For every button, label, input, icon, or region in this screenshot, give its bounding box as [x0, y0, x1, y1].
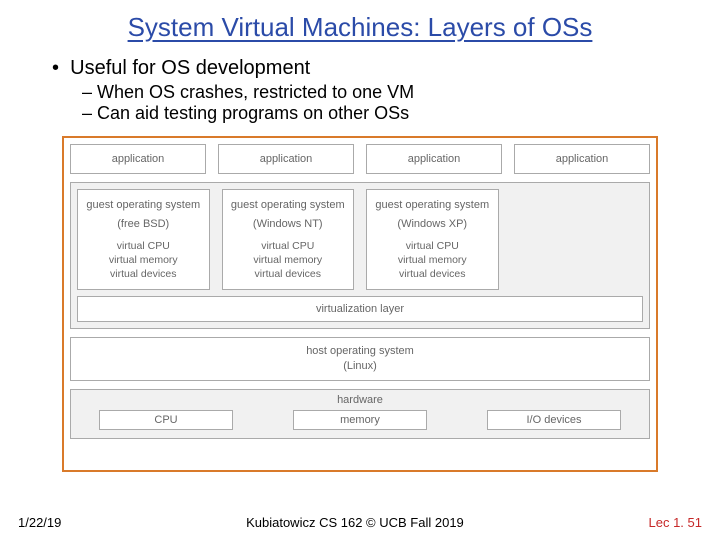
hardware-row: CPU memory I/O devices — [79, 410, 641, 430]
guest-row: guest operating system (free BSD) virtua… — [77, 189, 643, 290]
virtual-devices: virtual devices — [84, 267, 203, 281]
slide-footer: 1/22/19 Kubiatowicz CS 162 © UCB Fall 20… — [0, 515, 720, 530]
host-os-name: (Linux) — [71, 359, 649, 374]
app-box: application — [514, 144, 650, 174]
virtual-cpu: virtual CPU — [229, 239, 348, 253]
app-box: application — [218, 144, 354, 174]
slide-title: System Virtual Machines: Layers of OSs — [0, 0, 720, 43]
guest-os-box: guest operating system (free BSD) virtua… — [77, 189, 210, 290]
diagram-container: application application application appl… — [62, 136, 658, 472]
virtual-cpu: virtual CPU — [84, 239, 203, 253]
hardware-label: hardware — [79, 394, 641, 406]
hardware-layer: hardware CPU memory I/O devices — [70, 389, 650, 439]
virtual-resources: virtual CPU virtual memory virtual devic… — [373, 239, 492, 282]
guest-layer: guest operating system (free BSD) virtua… — [70, 182, 650, 329]
host-os-layer: host operating system (Linux) — [70, 337, 650, 381]
hw-memory: memory — [293, 410, 427, 430]
virtual-resources: virtual CPU virtual memory virtual devic… — [229, 239, 348, 282]
virtual-memory: virtual memory — [84, 253, 203, 267]
virtual-cpu: virtual CPU — [373, 239, 492, 253]
guest-os-name: (Windows XP) — [373, 217, 492, 232]
footer-date: 1/22/19 — [18, 515, 61, 530]
app-box: application — [70, 144, 206, 174]
guest-os-name: (Windows NT) — [229, 217, 348, 232]
bullet-sub-2: – Can aid testing programs on other OSs — [82, 103, 720, 124]
bullet-sub-1: – When OS crashes, restricted to one VM — [82, 82, 720, 103]
application-row: application application application appl… — [70, 144, 650, 174]
virtual-memory: virtual memory — [373, 253, 492, 267]
guest-os-box: guest operating system (Windows XP) virt… — [366, 189, 499, 290]
host-os-label: host operating system — [71, 344, 649, 359]
vm-layers-diagram: application application application appl… — [70, 144, 650, 464]
bullet-sub1-text: When OS crashes, restricted to one VM — [97, 82, 414, 102]
bullet-sub2-text: Can aid testing programs on other OSs — [97, 103, 409, 123]
bullet-list: • Useful for OS development – When OS cr… — [52, 57, 720, 124]
virtualization-layer: virtualization layer — [77, 296, 643, 322]
guest-title: guest operating system — [84, 198, 203, 213]
hw-cpu: CPU — [99, 410, 233, 430]
bullet-main-text: Useful for OS development — [70, 57, 310, 79]
guest-os-box: guest operating system (Windows NT) virt… — [222, 189, 355, 290]
hw-io: I/O devices — [487, 410, 621, 430]
app-box: application — [366, 144, 502, 174]
virtual-resources: virtual CPU virtual memory virtual devic… — [84, 239, 203, 282]
virtual-devices: virtual devices — [373, 267, 492, 281]
footer-lecture-number: Lec 1. 51 — [649, 515, 703, 530]
bullet-main: • Useful for OS development — [52, 57, 720, 80]
guest-title: guest operating system — [373, 198, 492, 213]
footer-center: Kubiatowicz CS 162 © UCB Fall 2019 — [246, 515, 464, 530]
virtual-devices: virtual devices — [229, 267, 348, 281]
virtual-memory: virtual memory — [229, 253, 348, 267]
guest-title: guest operating system — [229, 198, 348, 213]
guest-os-name: (free BSD) — [84, 217, 203, 232]
